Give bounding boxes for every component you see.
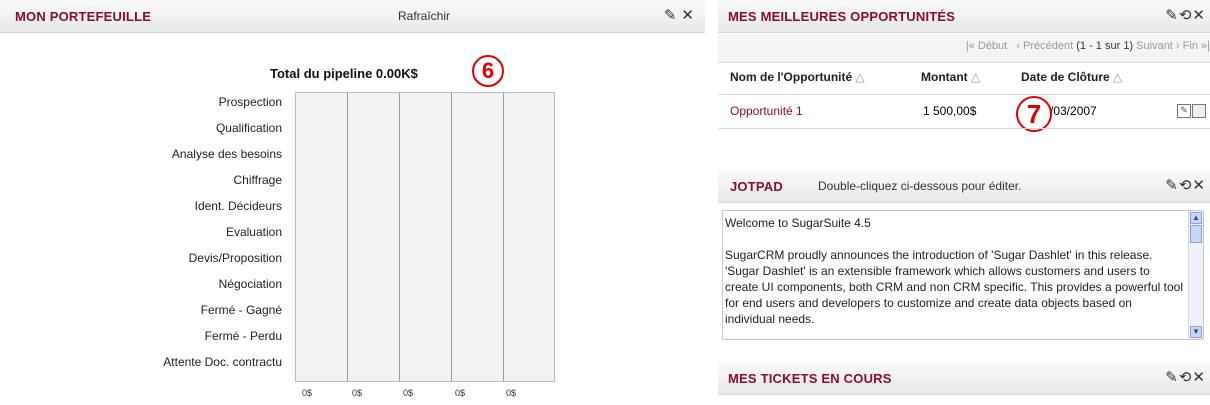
- jotpad-title: JOTPAD: [730, 179, 783, 194]
- category-label: Négociation: [218, 277, 282, 291]
- gridline: [399, 93, 400, 381]
- jotpad-line1: Welcome to SugarSuite 4.5: [725, 216, 871, 230]
- category-label: Evaluation: [225, 225, 282, 239]
- last-page-icon: »|: [1201, 40, 1210, 52]
- col-header-name[interactable]: Nom de l'Opportunité △: [730, 70, 865, 84]
- edit-icon[interactable]: ✎: [1165, 6, 1179, 24]
- jotpad-paragraph: SugarCRM proudly announces the introduct…: [725, 248, 1183, 326]
- opportunity-amount: 1 500,00$: [923, 104, 977, 118]
- opportunity-close-date: /03/2007: [1050, 104, 1097, 118]
- opportunity-name-link[interactable]: Opportunité 1: [730, 104, 803, 118]
- close-icon[interactable]: ✕: [1192, 368, 1206, 386]
- category-label: Ident. Décideurs: [194, 199, 282, 213]
- row-view-icon[interactable]: [1192, 104, 1206, 118]
- first-page-icon: |«: [965, 40, 975, 52]
- col-name-label: Nom de l'Opportunité: [730, 70, 853, 84]
- refresh-link[interactable]: Rafraîchir: [398, 9, 450, 23]
- sort-icon[interactable]: △: [1113, 70, 1122, 84]
- edit-icon[interactable]: ✎: [1165, 176, 1179, 194]
- col-header-date[interactable]: Date de Clôture △: [1021, 70, 1122, 84]
- category-label: Fermé - Perdu: [204, 329, 282, 343]
- scroll-up-icon[interactable]: ▲: [1190, 212, 1202, 224]
- gridline: [451, 93, 452, 381]
- sort-icon[interactable]: △: [971, 70, 980, 84]
- col-date-label: Date de Clôture: [1021, 70, 1110, 84]
- close-icon[interactable]: ✕: [1192, 6, 1206, 24]
- opportunities-tools: ✎⟲✕: [1165, 6, 1206, 24]
- prev-page-link[interactable]: Précédent: [1023, 40, 1073, 52]
- portfolio-dashlet: MON PORTEFEUILLE Rafraîchir ✎ ✕ Total du …: [0, 0, 705, 405]
- close-icon[interactable]: ✕: [681, 6, 695, 24]
- annotation-6: 6: [472, 55, 504, 87]
- jotpad-dashlet: JOTPAD Double-cliquez ci-dessous pour éd…: [718, 170, 1210, 345]
- last-page-link[interactable]: Fin: [1183, 40, 1198, 52]
- tickets-title: MES TICKETS EN COURS: [728, 371, 892, 386]
- jotpad-hint: Double-cliquez ci-dessous pour éditer.: [818, 179, 1022, 193]
- category-label: Chiffrage: [233, 173, 282, 187]
- category-label: Attente Doc. contractu: [163, 355, 282, 369]
- x-tick-label: 0$: [403, 388, 414, 398]
- edit-icon[interactable]: ✎: [664, 6, 678, 24]
- page-count: (1 - 1 sur 1): [1076, 40, 1134, 52]
- refresh-icon[interactable]: ⟲: [1179, 6, 1193, 24]
- x-tick-label: 0$: [455, 388, 466, 398]
- next-page-link[interactable]: Suivant: [1136, 40, 1173, 52]
- opportunities-title: MES MEILLEURES OPPORTUNITÉS: [728, 9, 956, 24]
- sort-icon[interactable]: △: [856, 70, 865, 84]
- prev-page-icon: ‹: [1016, 40, 1020, 52]
- chart-plot-area: [295, 92, 555, 382]
- jotpad-tools: ✎⟲✕: [1165, 176, 1206, 194]
- scroll-thumb[interactable]: [1190, 225, 1202, 243]
- row-edit-icon[interactable]: ✎: [1177, 104, 1191, 118]
- x-tick-label: 0$: [352, 388, 363, 398]
- jotpad-scrollbar[interactable]: ▲ ▼: [1188, 211, 1203, 339]
- annotation-7: 7: [1016, 96, 1052, 132]
- category-label: Analyse des besoins: [171, 147, 282, 161]
- tickets-tools: ✎⟲✕: [1165, 368, 1206, 386]
- gridline: [347, 93, 348, 381]
- jotpad-content: Welcome to SugarSuite 4.5 SugarCRM proud…: [725, 215, 1185, 327]
- refresh-icon[interactable]: ⟲: [1179, 368, 1193, 386]
- portfolio-tools: ✎ ✕: [664, 6, 695, 24]
- chart-title: Total du pipeline 0.00K$: [270, 66, 418, 81]
- pagination: |« Début ‹ Précédent (1 - 1 sur 1) Suiva…: [966, 40, 1210, 52]
- divider: [718, 62, 1210, 63]
- category-label: Fermé - Gagné: [200, 303, 282, 317]
- edit-icon[interactable]: ✎: [1165, 368, 1179, 386]
- divider: [718, 128, 1210, 129]
- category-label: Prospection: [218, 95, 282, 109]
- col-amount-label: Montant: [921, 70, 968, 84]
- category-label: Devis/Proposition: [188, 251, 282, 265]
- first-page-link[interactable]: Début: [978, 40, 1007, 52]
- col-header-amount[interactable]: Montant △: [921, 70, 980, 84]
- x-tick-label: 0$: [302, 388, 313, 398]
- category-label: Qualification: [215, 121, 282, 135]
- x-tick-label: 0$: [506, 388, 517, 398]
- next-page-icon: ›: [1175, 40, 1180, 52]
- scroll-down-icon[interactable]: ▼: [1190, 326, 1202, 338]
- jotpad-textarea[interactable]: Welcome to SugarSuite 4.5 SugarCRM proud…: [722, 210, 1204, 340]
- close-icon[interactable]: ✕: [1192, 176, 1206, 194]
- opportunities-dashlet: MES MEILLEURES OPPORTUNITÉS ✎⟲✕ |« Début…: [718, 0, 1210, 160]
- gridline: [503, 93, 504, 381]
- divider: [718, 94, 1210, 95]
- tickets-dashlet: MES TICKETS EN COURS ✎⟲✕: [718, 362, 1210, 405]
- chart-categories: Prospection Qualification Analyse des beso…: [0, 0, 282, 405]
- refresh-icon[interactable]: ⟲: [1179, 176, 1193, 194]
